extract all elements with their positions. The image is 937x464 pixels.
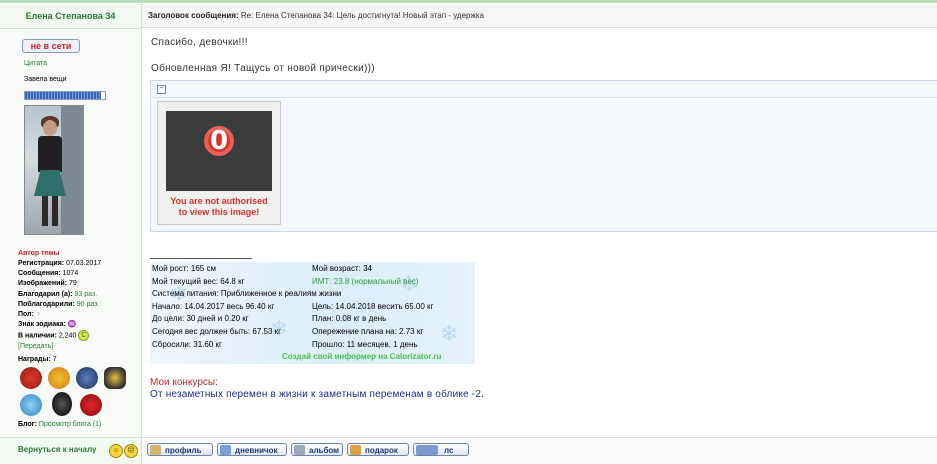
avatar-background-door — [61, 106, 83, 234]
snowflake-icon: ❄ — [440, 322, 459, 347]
offline-badge: не в сети — [22, 39, 80, 53]
avatar[interactable] — [24, 105, 84, 235]
contests-title: Мои конкурсы: — [150, 377, 218, 388]
diary-button[interactable]: дневничок — [217, 443, 287, 456]
smiley-sad-icon[interactable]: ☹ — [124, 444, 138, 458]
blog-label: Блог: — [18, 421, 37, 428]
user-stats: Регистрация: 07.03.2017 Сообщения: 1074 … — [18, 259, 101, 352]
blocked-note-line-1: You are not authorised — [170, 196, 268, 206]
post-subject: Заголовок сообщения: Re: Елена Степанова… — [142, 4, 937, 28]
award-egg-icon[interactable] — [52, 392, 72, 416]
avatar-legs — [42, 196, 58, 226]
informer-row-left: Мой текущий вес: 64.8 кг — [152, 276, 245, 286]
diary-button-label: дневничок — [235, 446, 278, 455]
got-thanks-label: Поблагодарили: — [18, 300, 75, 308]
informer-row-left: Система питания: Приближенное к реалиям … — [152, 289, 342, 299]
award-cherries-icon[interactable] — [80, 394, 102, 416]
awards-row: Награды: 7 — [18, 356, 57, 363]
informer-row-right: Мой возраст: 34 — [312, 264, 372, 273]
gift-button-label: подарок — [365, 446, 398, 455]
informer-row-right: План: 0.08 кг в день — [312, 314, 387, 324]
thanked-link[interactable]: 93 раз. — [75, 291, 98, 298]
signature-separator — [150, 258, 252, 259]
zodiac-label: Знак зодиака: — [18, 321, 66, 329]
images-label: Изображений: — [18, 280, 68, 288]
informer-row-right: Прошло: 11 месяцев, 1 день — [312, 339, 418, 349]
blocked-image-note: You are not authorised to view this imag… — [160, 196, 278, 218]
award-roses-icon[interactable] — [20, 367, 42, 389]
informer-row-left: Сбросили: 31.60 кг — [152, 339, 222, 349]
award-medal-icon[interactable] — [48, 367, 70, 389]
post-text-line-1: Спасибо, девочки!!! — [151, 37, 248, 48]
rank-progress-bar — [24, 91, 106, 100]
album-button-label: альбом — [309, 446, 340, 455]
author-name[interactable]: Елена Степанова 34 — [0, 4, 142, 29]
quote-link[interactable]: Цитата — [24, 60, 47, 67]
top-divider — [0, 0, 937, 3]
smiley-happy-icon[interactable]: ☺ — [109, 444, 123, 458]
registration-value: 07.03.2017 — [66, 260, 102, 267]
coin-icon: C — [78, 330, 90, 342]
private-message-icon — [416, 445, 438, 455]
messages-value: 1074 — [62, 270, 79, 278]
album-icon — [294, 445, 305, 455]
prohibited-symbol: 0 — [209, 126, 229, 156]
award-ornament-icon[interactable] — [76, 367, 98, 389]
aquarius-icon: ♒ — [67, 321, 77, 329]
subject-label: Заголовок сообщения: — [148, 11, 239, 20]
blocked-image[interactable]: 0 You are not authorised to view this im… — [157, 101, 281, 225]
award-bee-icon[interactable] — [104, 367, 126, 389]
balance-value: 2,240 — [58, 332, 77, 340]
post-text-line-2: Обновленная Я! Тащусь от новой прически)… — [151, 63, 375, 74]
got-thanks-link[interactable]: 90 раз. — [77, 301, 100, 308]
blog-row: Блог: Просмотр блога (1) — [18, 421, 101, 428]
registration-label: Регистрация: — [18, 260, 65, 267]
album-button[interactable]: альбом — [291, 443, 343, 456]
informer-row-left: Сегодня вес должен быть: 67.53 кг — [152, 327, 282, 336]
informer-row-right: Опережение плана на: 2.73 кг — [312, 327, 424, 336]
private-message-button[interactable]: лс — [413, 443, 469, 456]
weight-informer[interactable]: ❄ ❄ ❄ ❄ Мой рост: 165 см Мой возраст: 34 М… — [150, 262, 475, 364]
prohibited-icon: 0 — [204, 126, 234, 156]
informer-row-left: Мой рост: 165 см — [152, 264, 216, 273]
thanked-label: Благодарил (а): — [18, 290, 73, 298]
subject-text: Re: Елена Степанова 34: Цель достигнута!… — [240, 11, 484, 20]
gift-icon — [350, 445, 361, 455]
awards-label: Награды: — [18, 356, 51, 363]
private-message-button-label: лс — [444, 446, 454, 455]
profile-icon — [150, 445, 161, 455]
transfer-link[interactable]: [Передать] — [18, 343, 53, 350]
messages-label: Сообщения: — [18, 270, 61, 278]
images-value: 79 — [69, 280, 77, 288]
contests-link[interactable]: От незаметных перемен в жизни к заметным… — [150, 389, 484, 400]
awards-value: 7 — [52, 356, 57, 363]
spoiler-divider — [151, 97, 937, 98]
informer-row-right: ИМТ: 23.8 (нормальный вес) — [312, 276, 419, 286]
informer-row-left: До цели: 30 дней и 0.20 кг — [152, 314, 249, 324]
avatar-body — [38, 136, 62, 172]
diary-icon — [220, 445, 231, 455]
avatar-head — [43, 120, 57, 136]
female-icon: ♀ — [35, 311, 42, 319]
informer-row-left: Начало: 14.04.2017 весь 96.40 кг — [152, 301, 275, 311]
user-status: Завела вещи — [24, 76, 67, 83]
rank-progress-fill — [25, 92, 101, 99]
informer-brand-link[interactable]: Создай свой информер на Calorizator.ru — [282, 352, 441, 361]
blocked-note-line-2: to view this image! — [178, 207, 260, 217]
back-to-top-link[interactable]: Вернуться к началу — [18, 445, 97, 454]
spoiler-collapse-icon[interactable]: − — [157, 85, 166, 94]
blocked-image-screen: 0 — [166, 111, 272, 191]
blog-link[interactable]: Просмотр блога (1) — [39, 421, 101, 428]
informer-row-right: Цель: 14.04.2018 весить 65.00 кг — [312, 301, 434, 311]
profile-button[interactable]: профиль — [147, 443, 213, 456]
author-title: Автор темы — [18, 250, 60, 257]
award-pacifier-icon[interactable] — [20, 394, 42, 416]
balance-label: В наличии: — [18, 332, 57, 340]
gift-button[interactable]: подарок — [347, 443, 409, 456]
gender-label: Пол: — [18, 311, 34, 319]
profile-button-label: профиль — [165, 446, 202, 455]
